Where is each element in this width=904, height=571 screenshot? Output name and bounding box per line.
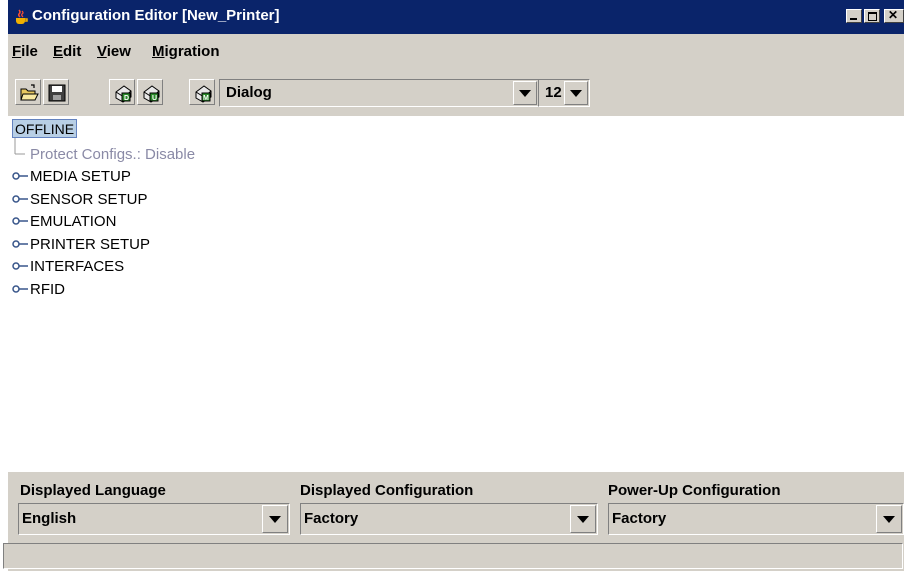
displayed-configuration-dropdown-button[interactable] xyxy=(570,505,596,533)
menu-migration-label: igration xyxy=(164,43,220,60)
menu-view-accel: V xyxy=(97,43,107,60)
menu-migration-accel: M xyxy=(152,43,165,60)
chevron-down-icon xyxy=(577,516,589,523)
menu-migration[interactable]: Migration xyxy=(152,43,220,60)
maximize-button[interactable] xyxy=(864,9,880,23)
svg-text:D: D xyxy=(124,95,129,102)
upload-button[interactable]: U xyxy=(137,79,163,105)
powerup-configuration-select[interactable]: Factory xyxy=(608,503,904,535)
tree-collapsed-key-icon[interactable] xyxy=(12,261,30,271)
chevron-down-icon xyxy=(883,516,895,523)
displayed-language-label: Displayed Language xyxy=(20,482,166,499)
config-tree[interactable]: OFFLINE Protect Configs.: Disable MEDIA … xyxy=(8,116,904,472)
menu-edit-accel: E xyxy=(53,43,64,60)
close-button[interactable]: ✕ xyxy=(884,9,904,23)
menu-file-label: ile xyxy=(21,43,38,60)
tree-item-printer-setup[interactable]: PRINTER SETUP xyxy=(30,236,150,253)
font-name-dropdown-button[interactable] xyxy=(513,81,537,105)
toolbar: D U M Dialog 12 xyxy=(8,73,904,115)
close-icon: ✕ xyxy=(888,8,899,22)
minimize-icon xyxy=(850,18,857,20)
save-button[interactable] xyxy=(43,79,69,105)
tree-collapsed-key-icon[interactable] xyxy=(12,171,30,181)
menu-file-accel: F xyxy=(12,43,22,60)
powerup-configuration-value: Factory xyxy=(612,510,667,527)
displayed-configuration-label: Displayed Configuration xyxy=(300,482,474,499)
menu-bar: File Edit View Migration xyxy=(8,34,904,67)
printer-upload-icon: U xyxy=(143,85,160,103)
font-size-select[interactable]: 12 xyxy=(538,79,590,107)
menu-view-label: iew xyxy=(106,43,131,60)
menu-edit[interactable]: Edit xyxy=(53,43,81,60)
minimize-button[interactable] xyxy=(846,9,862,23)
download-button[interactable]: D xyxy=(109,79,135,105)
title-bar[interactable]: Configuration Editor [New_Printer] ✕ xyxy=(8,0,904,34)
displayed-language-select[interactable]: English xyxy=(18,503,290,535)
chevron-down-icon xyxy=(269,516,281,523)
app-window: Configuration Editor [New_Printer] ✕ Fil… xyxy=(8,0,904,571)
tree-root-offline[interactable]: OFFLINE xyxy=(12,119,78,138)
tree-collapsed-key-icon[interactable] xyxy=(12,239,30,249)
displayed-configuration-select[interactable]: Factory xyxy=(300,503,598,535)
displayed-language-value: English xyxy=(22,510,77,527)
tree-item-emulation[interactable]: EMULATION xyxy=(30,213,116,230)
font-size-value: 12 xyxy=(545,84,562,101)
font-name-select[interactable]: Dialog xyxy=(219,79,539,107)
tree-item-sensor-setup[interactable]: SENSOR SETUP xyxy=(30,191,148,208)
tree-collapsed-key-icon[interactable] xyxy=(12,194,30,204)
font-name-value: Dialog xyxy=(226,84,272,101)
powerup-configuration-label: Power-Up Configuration xyxy=(608,482,781,499)
svg-text:U: U xyxy=(152,95,157,102)
menu-view[interactable]: View xyxy=(97,43,131,60)
tree-item-rfid[interactable]: RFID xyxy=(30,281,65,298)
open-button[interactable] xyxy=(15,79,41,105)
printer-migrate-icon: M xyxy=(195,85,212,103)
printer-download-icon: D xyxy=(115,85,132,103)
tree-item-media-setup[interactable]: MEDIA SETUP xyxy=(30,168,131,185)
window-title: Configuration Editor [New_Printer] xyxy=(32,7,280,24)
tree-line-icon xyxy=(14,138,25,155)
displayed-language-dropdown-button[interactable] xyxy=(262,505,288,533)
tree-collapsed-key-icon[interactable] xyxy=(12,284,30,294)
maximize-icon xyxy=(868,12,877,21)
font-size-dropdown-button[interactable] xyxy=(564,81,588,105)
java-cup-icon xyxy=(14,9,28,25)
displayed-configuration-value: Factory xyxy=(304,510,359,527)
menu-edit-label: dit xyxy=(63,43,82,60)
status-bar xyxy=(3,543,903,569)
menu-file[interactable]: File xyxy=(12,43,38,60)
tree-item-protect-configs[interactable]: Protect Configs.: Disable xyxy=(30,146,195,163)
tree-collapsed-key-icon[interactable] xyxy=(12,216,30,226)
svg-text:M: M xyxy=(203,95,209,102)
save-icon xyxy=(48,84,66,102)
open-folder-icon xyxy=(20,84,39,101)
tree-item-interfaces[interactable]: INTERFACES xyxy=(30,258,124,275)
chevron-down-icon xyxy=(519,90,531,97)
chevron-down-icon xyxy=(570,90,582,97)
migrate-button[interactable]: M xyxy=(189,79,215,105)
powerup-configuration-dropdown-button[interactable] xyxy=(876,505,902,533)
